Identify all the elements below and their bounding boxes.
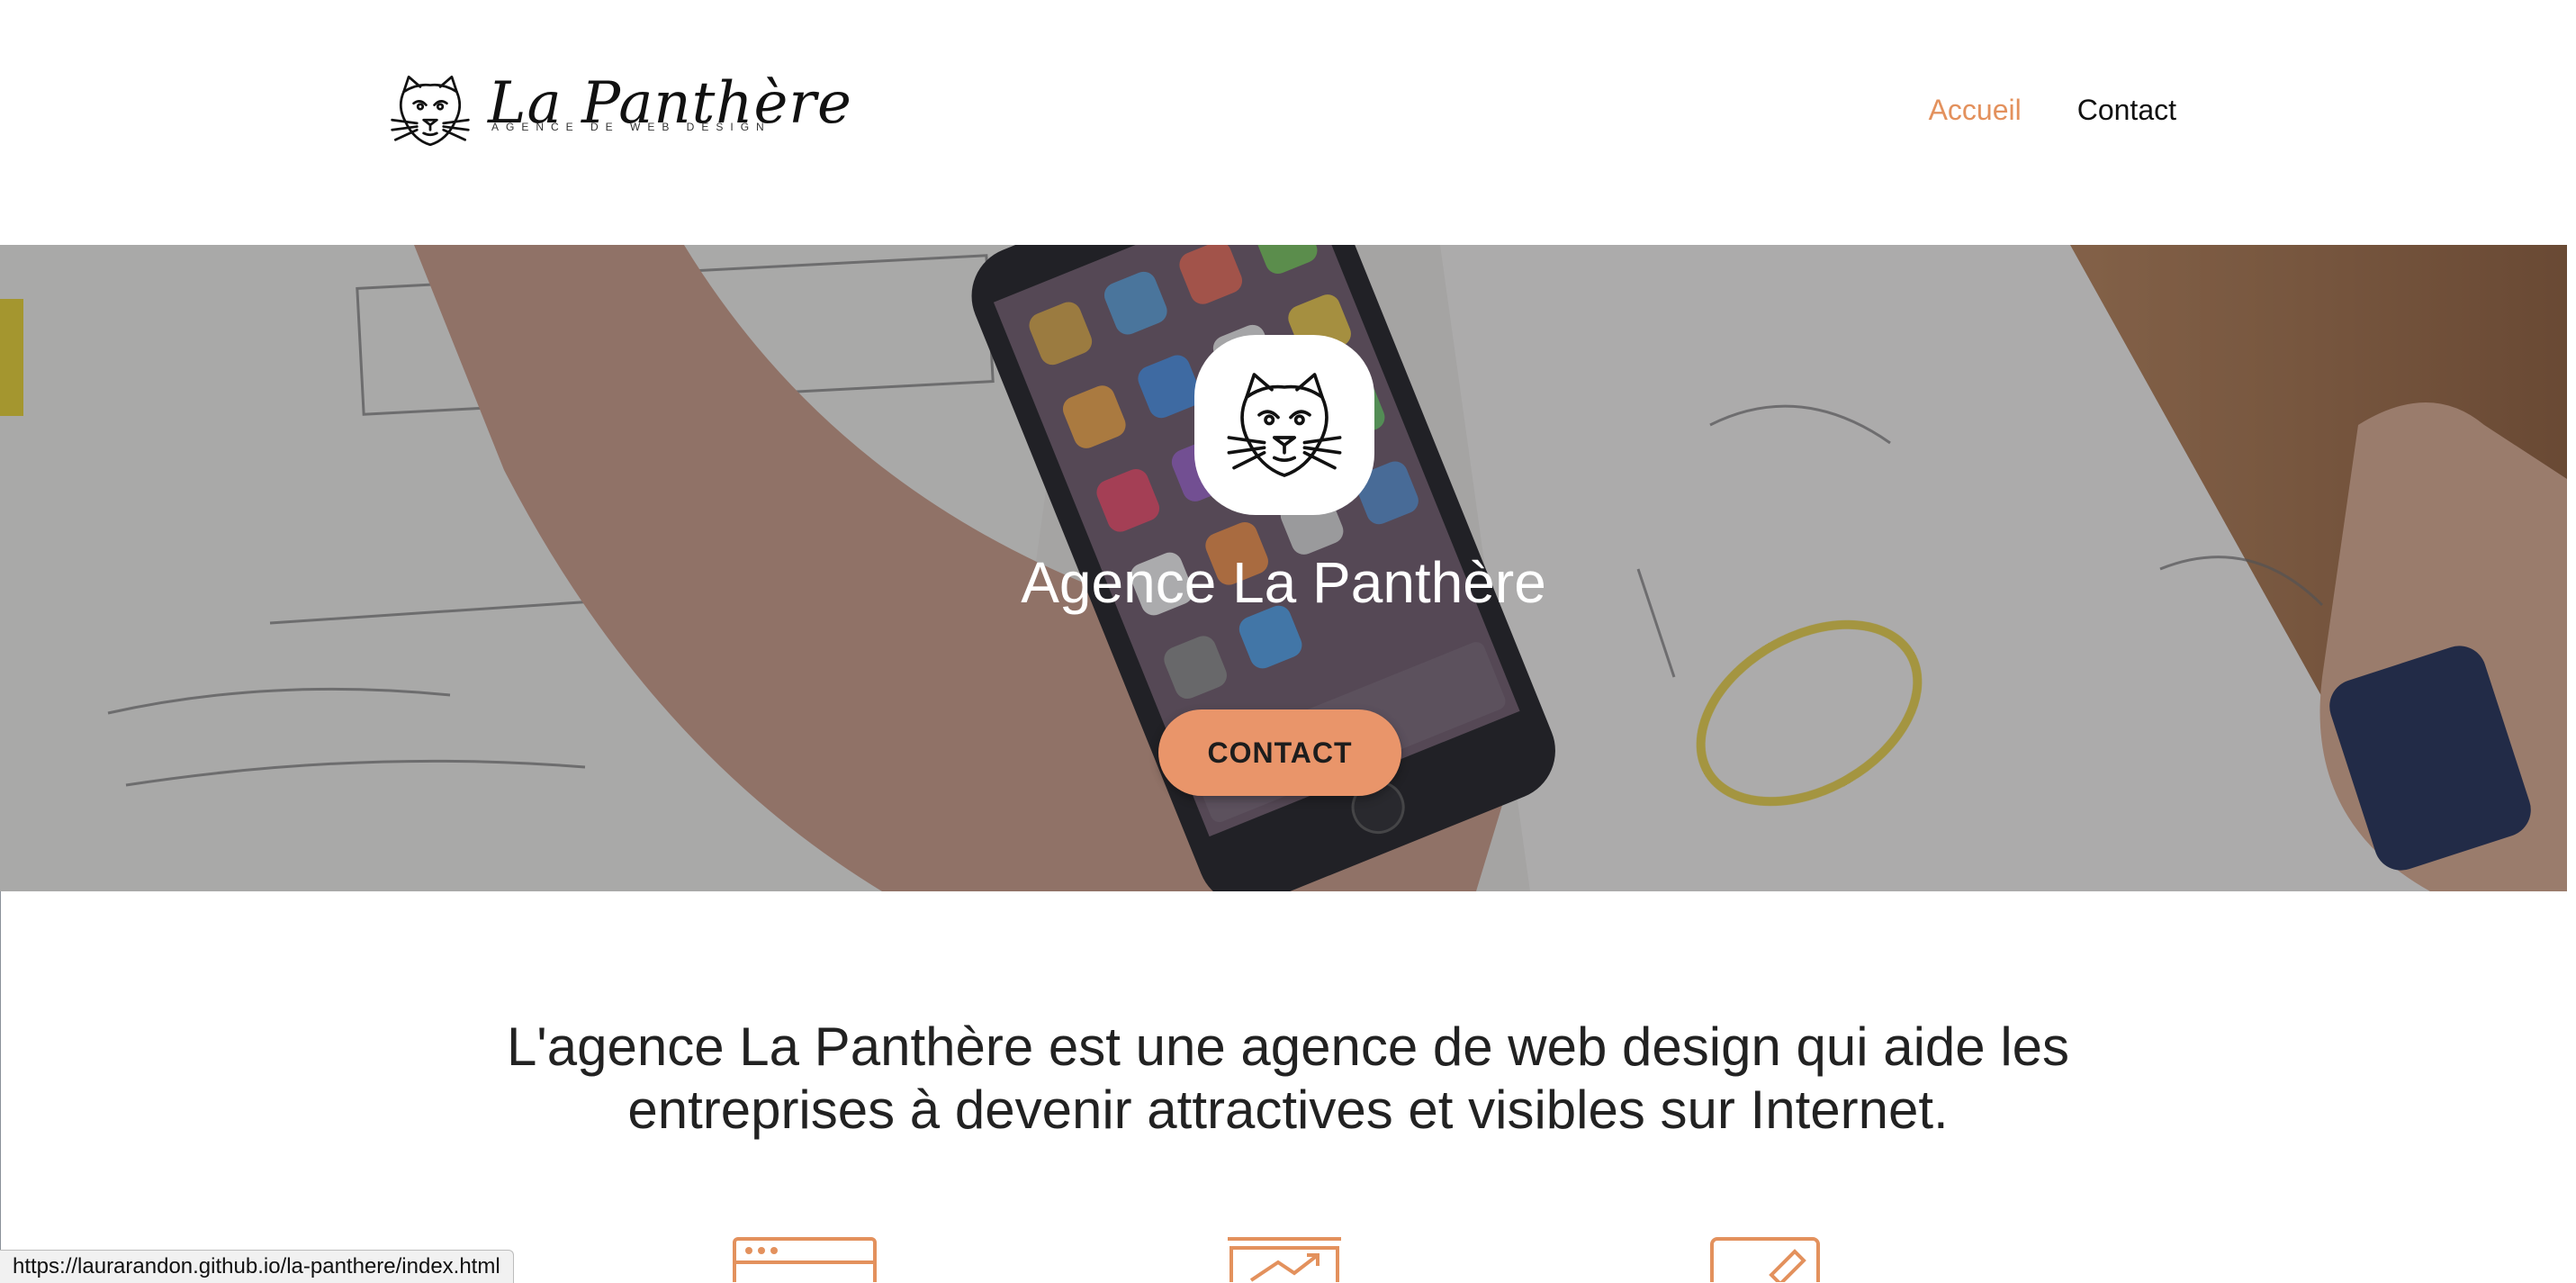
contact-button[interactable]: CONTACT [1158,709,1401,796]
hero-title: Agence La Panthère [1021,550,1546,615]
panther-logo-icon [391,75,470,147]
browser-window-icon [733,1237,877,1282]
logo-subtitle: AGENCE DE WEB DESIGN [491,121,771,133]
nav-link-contact[interactable]: Contact [2077,94,2176,127]
growth-chart-icon [1228,1237,1341,1282]
panther-logo-icon [1227,373,1342,477]
logo-link[interactable]: La Panthère AGENCE DE WEB DESIGN [385,68,851,151]
edit-pencil-icon [1710,1237,1820,1282]
intro-text-line2: entreprises à devenir attractives et vis… [627,1080,1949,1140]
status-bar-url: https://laurarandon.github.io/la-panther… [0,1250,514,1283]
main-nav: Accueil Contact [1929,94,2176,127]
nav-link-accueil[interactable]: Accueil [1929,94,2022,127]
site-header: La Panthère AGENCE DE WEB DESIGN Accueil… [0,0,2576,245]
hero-logo-badge [1194,335,1374,515]
intro-text: L'agence La Panthère est une agence de w… [270,1016,2306,1142]
intro-text-line1: L'agence La Panthère est une agence de w… [506,1016,2070,1077]
hero-banner: Agence La Panthère CONTACT [0,245,2567,891]
